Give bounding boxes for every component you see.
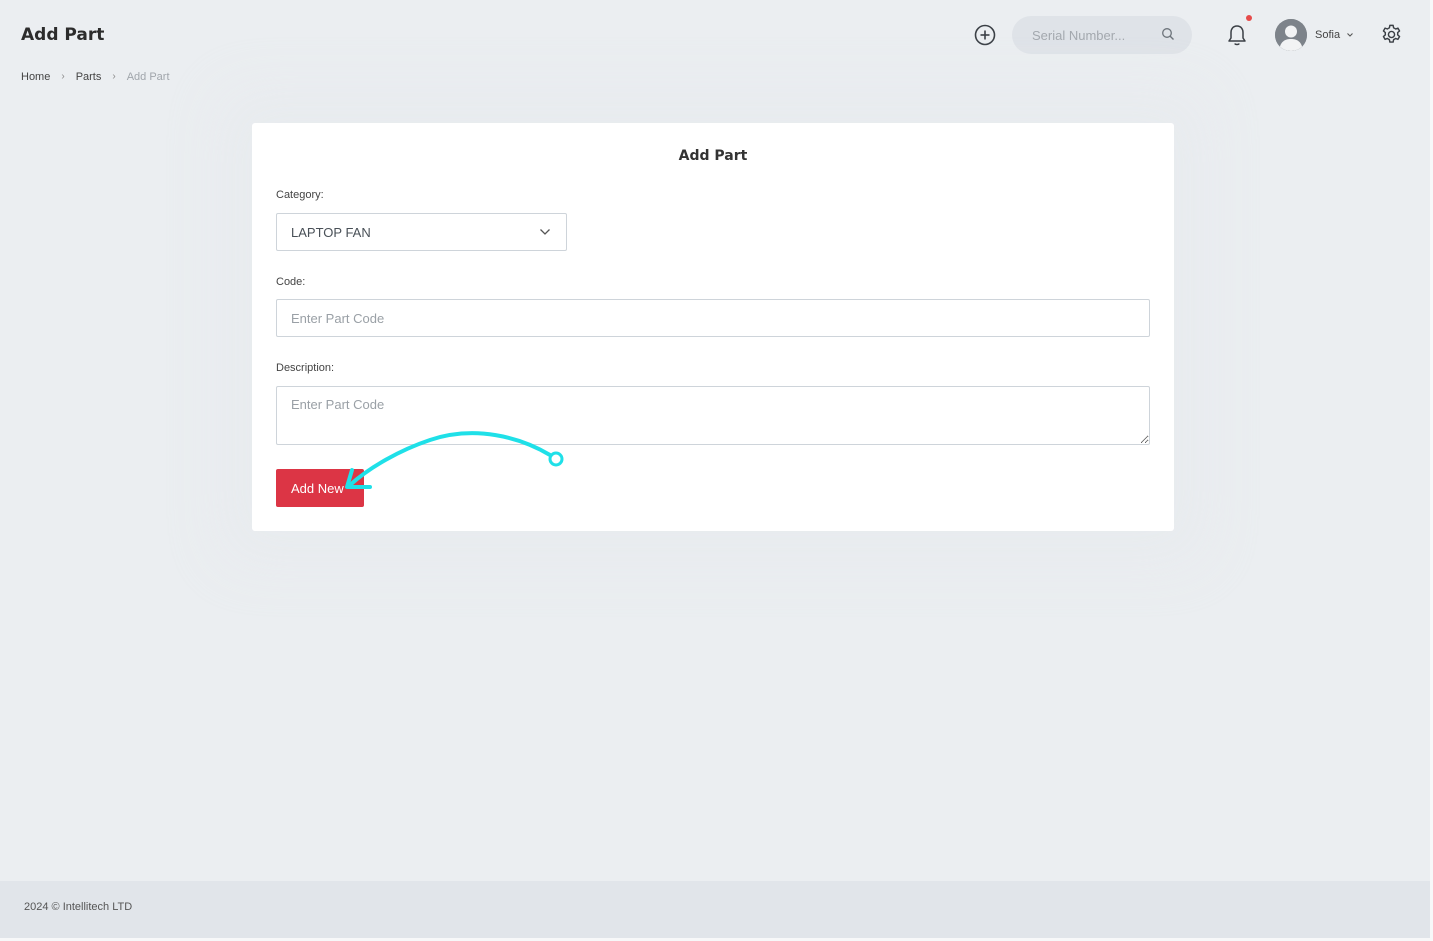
add-part-card: Add Part Category: LAPTOP FAN Code: Desc…	[252, 123, 1174, 531]
breadcrumb-current: Add Part	[126, 71, 170, 83]
footer-copyright: 2024 © Intellitech LTD	[24, 901, 133, 913]
chevron-down-icon	[1347, 33, 1353, 37]
breadcrumb: Home › Parts › Add Part	[21, 71, 170, 83]
add-new-button[interactable]: Add New	[276, 469, 364, 507]
page-title: Add Part	[21, 25, 105, 45]
avatar	[1275, 19, 1307, 51]
user-name: Sofia	[1315, 29, 1341, 41]
chevron-down-icon	[540, 229, 550, 235]
description-textarea[interactable]	[276, 386, 1150, 445]
breadcrumb-home[interactable]: Home	[21, 71, 50, 83]
top-bar: Add Part Sofia	[0, 0, 1433, 70]
breadcrumb-separator-icon: ›	[112, 71, 116, 82]
plus-circle-icon[interactable]	[973, 23, 997, 47]
notification-badge	[1246, 15, 1252, 21]
breadcrumb-separator-icon: ›	[61, 71, 65, 82]
code-input[interactable]	[276, 299, 1150, 337]
breadcrumb-parts[interactable]: Parts	[76, 71, 102, 83]
user-menu[interactable]: Sofia	[1275, 19, 1355, 51]
category-select[interactable]: LAPTOP FAN	[276, 213, 567, 251]
category-label: Category:	[276, 189, 324, 201]
serial-number-search-input[interactable]	[1012, 16, 1162, 54]
gear-icon[interactable]	[1380, 23, 1403, 46]
category-selected-value: LAPTOP FAN	[291, 225, 371, 240]
bell-icon[interactable]	[1226, 23, 1248, 47]
footer: 2024 © Intellitech LTD	[0, 881, 1430, 938]
search-icon[interactable]	[1161, 27, 1175, 41]
description-label: Description:	[276, 362, 335, 374]
code-label: Code:	[276, 276, 306, 288]
form-title: Add Part	[678, 148, 748, 164]
